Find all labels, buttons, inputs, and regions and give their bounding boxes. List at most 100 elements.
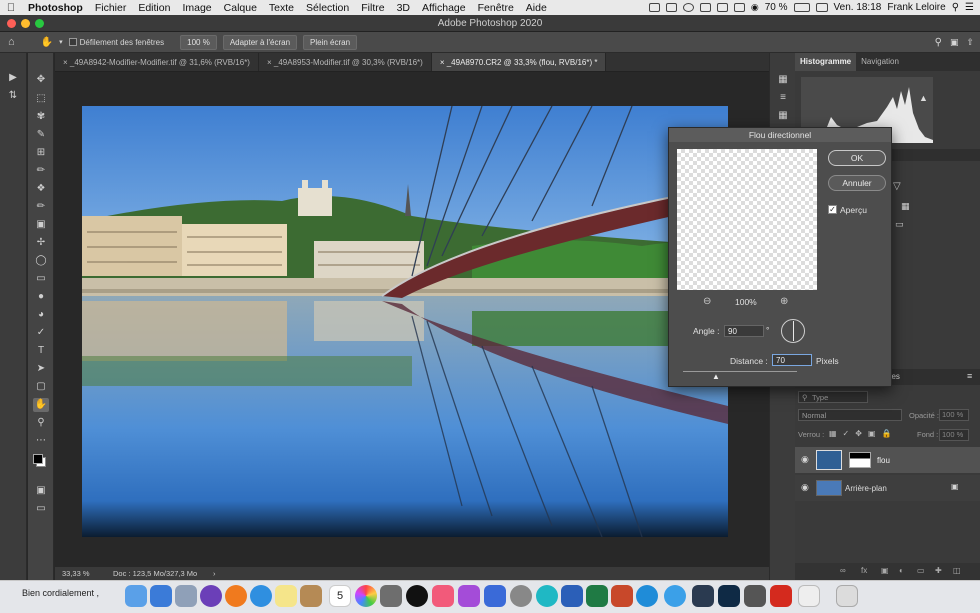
share-icon[interactable]: ⇧ xyxy=(966,37,974,48)
new-layer-icon[interactable]: ✚ xyxy=(935,566,942,575)
minimize-window-button[interactable] xyxy=(21,19,30,28)
tab-doc-3[interactable]: × _49A8970.CR2 @ 33,3% (flou, RVB/16*) * xyxy=(431,53,607,71)
layer-name[interactable]: Arrière-plan xyxy=(845,484,887,493)
firefox-icon[interactable] xyxy=(225,585,247,607)
tool-preset-chevron-icon[interactable]: ▾ xyxy=(59,38,63,46)
opacity-field[interactable]: 100 % xyxy=(939,409,969,421)
angle-dial[interactable] xyxy=(781,319,805,343)
status-icon-2[interactable] xyxy=(665,3,677,12)
move-tool-icon[interactable]: ✥ xyxy=(33,73,49,87)
triangle-icon[interactable]: ▽ xyxy=(893,181,901,192)
app-icon[interactable] xyxy=(380,585,402,607)
adjustment-layer-icon[interactable]: ◐ xyxy=(899,566,904,575)
more-tools-icon[interactable]: ⋯ xyxy=(33,434,49,448)
apple-icon[interactable]:  xyxy=(0,2,22,14)
list-icon[interactable]: ☰ xyxy=(965,2,974,13)
path-select-tool-icon[interactable]: ➤ xyxy=(33,362,49,376)
scroll-all-checkbox[interactable] xyxy=(68,38,77,47)
menu-affichage[interactable]: Affichage xyxy=(416,2,472,14)
powerpoint-icon[interactable] xyxy=(611,585,633,607)
battery-icon[interactable] xyxy=(793,3,810,12)
clock[interactable]: Ven. 18:18 xyxy=(834,2,882,13)
lasso-tool-icon[interactable]: ✾ xyxy=(33,110,49,124)
zoom-readout[interactable]: 33,33 % xyxy=(62,567,90,580)
system-app-icon[interactable] xyxy=(150,585,172,607)
user-name[interactable]: Frank Leloire xyxy=(887,2,945,13)
app-store-icon[interactable] xyxy=(484,585,506,607)
adjustments-panel-icon[interactable]: ≡ xyxy=(775,91,791,105)
podcasts-icon[interactable] xyxy=(458,585,480,607)
ok-button[interactable]: OK xyxy=(828,150,886,166)
blend-mode-select[interactable]: Normal xyxy=(798,409,902,421)
blur-tool-icon[interactable]: ● xyxy=(33,290,49,304)
tab-doc-2[interactable]: × _49A8953-Modifier.tif @ 30,3% (RVB/16*… xyxy=(259,53,432,71)
sync-icon[interactable] xyxy=(664,585,686,607)
status-icon-1[interactable] xyxy=(648,3,660,12)
tab-doc-1[interactable]: × _49A8942-Modifier-Modifier.tif @ 31,6%… xyxy=(55,53,259,71)
close-window-button[interactable] xyxy=(7,19,16,28)
type-tool-icon[interactable]: T xyxy=(33,344,49,358)
healing-tool-icon[interactable]: ❖ xyxy=(33,182,49,196)
search-icon[interactable]: ⚲ xyxy=(952,2,959,13)
photoshop-icon[interactable] xyxy=(718,585,740,607)
eraser-tool-icon[interactable]: ◯ xyxy=(33,254,49,268)
fx-icon[interactable]: fx xyxy=(861,566,867,575)
zoom-in-icon[interactable]: ⊕ xyxy=(780,296,788,307)
menu-calque[interactable]: Calque xyxy=(218,2,263,14)
tab-close-icon[interactable]: × xyxy=(267,58,274,67)
document-image[interactable] xyxy=(82,106,728,537)
crop-tool-icon[interactable]: ⊞ xyxy=(33,146,49,160)
warning-icon[interactable]: ▲ xyxy=(919,93,928,103)
calendar-icon[interactable]: 5 xyxy=(329,585,351,607)
trash-icon[interactable] xyxy=(836,585,858,607)
menu-edition[interactable]: Edition xyxy=(132,2,176,14)
menu-fichier[interactable]: Fichier xyxy=(89,2,133,14)
distance-slider-thumb[interactable]: ▲ xyxy=(712,372,720,381)
fill-field[interactable]: 100 % xyxy=(939,429,969,441)
color-swatches[interactable] xyxy=(33,452,49,470)
photos-icon[interactable] xyxy=(355,585,377,607)
layer-thumbnail[interactable] xyxy=(816,480,842,496)
zoom-out-icon[interactable]: ⊖ xyxy=(703,296,711,307)
history-brush-tool-icon[interactable]: ✢ xyxy=(33,236,49,250)
quick-select-tool-icon[interactable]: ✎ xyxy=(33,128,49,142)
marquee-tool-icon[interactable]: ⬚ xyxy=(33,92,49,106)
fit-screen-button[interactable]: Adapter à l'écran xyxy=(222,34,298,50)
status-icon-4[interactable] xyxy=(699,3,711,12)
word-icon[interactable] xyxy=(561,585,583,607)
search-icon[interactable]: ⚲ xyxy=(935,37,942,48)
blur-preview[interactable] xyxy=(677,149,817,290)
gradient-tool-icon[interactable]: ▭ xyxy=(33,272,49,286)
clone-stamp-tool-icon[interactable]: ▣ xyxy=(33,218,49,232)
hand-tool-icon[interactable]: ✋ xyxy=(41,37,53,48)
menu-texte[interactable]: Texte xyxy=(263,2,300,14)
tab-navigation[interactable]: Navigation xyxy=(856,53,904,71)
grid-icon[interactable]: ▦ xyxy=(901,201,910,212)
tab-close-icon[interactable]: × xyxy=(63,58,70,67)
notes-icon[interactable] xyxy=(275,585,297,607)
lightroom-icon[interactable] xyxy=(692,585,714,607)
excel-icon[interactable] xyxy=(586,585,608,607)
dodge-tool-icon[interactable]: ◕ xyxy=(33,308,49,322)
status-icon-5[interactable] xyxy=(716,3,728,12)
link-icon[interactable]: ∞ xyxy=(840,566,846,575)
menu-app[interactable]: Photoshop xyxy=(22,2,89,14)
zoom-100-button[interactable]: 100 % xyxy=(180,34,217,50)
brush-tool-icon[interactable]: ✏ xyxy=(33,200,49,214)
tab-close-icon[interactable]: × xyxy=(440,58,447,67)
launchpad-icon[interactable] xyxy=(175,585,197,607)
actions-icon[interactable]: ⇅ xyxy=(5,89,21,103)
lock-icons[interactable]: ▦✓✥▣🔒 xyxy=(829,429,897,438)
histogram-panel-icon[interactable]: ▦ xyxy=(775,73,791,87)
zoom-tool-icon[interactable]: ⚲ xyxy=(33,416,49,430)
fill-screen-button[interactable]: Plein écran xyxy=(303,34,358,50)
finder-icon[interactable] xyxy=(125,585,147,607)
cancel-button[interactable]: Annuler xyxy=(828,175,886,191)
workspace-icon[interactable]: ▣ xyxy=(950,37,959,48)
preview-app-icon[interactable] xyxy=(536,585,558,607)
tab-histogram[interactable]: Histogramme xyxy=(795,53,857,71)
menu-aide[interactable]: Aide xyxy=(520,2,553,14)
contacts-icon[interactable] xyxy=(300,585,322,607)
scroll-all-windows-option[interactable]: Défilement des fenêtres xyxy=(68,38,164,47)
eyedropper-tool-icon[interactable]: ✏ xyxy=(33,164,49,178)
